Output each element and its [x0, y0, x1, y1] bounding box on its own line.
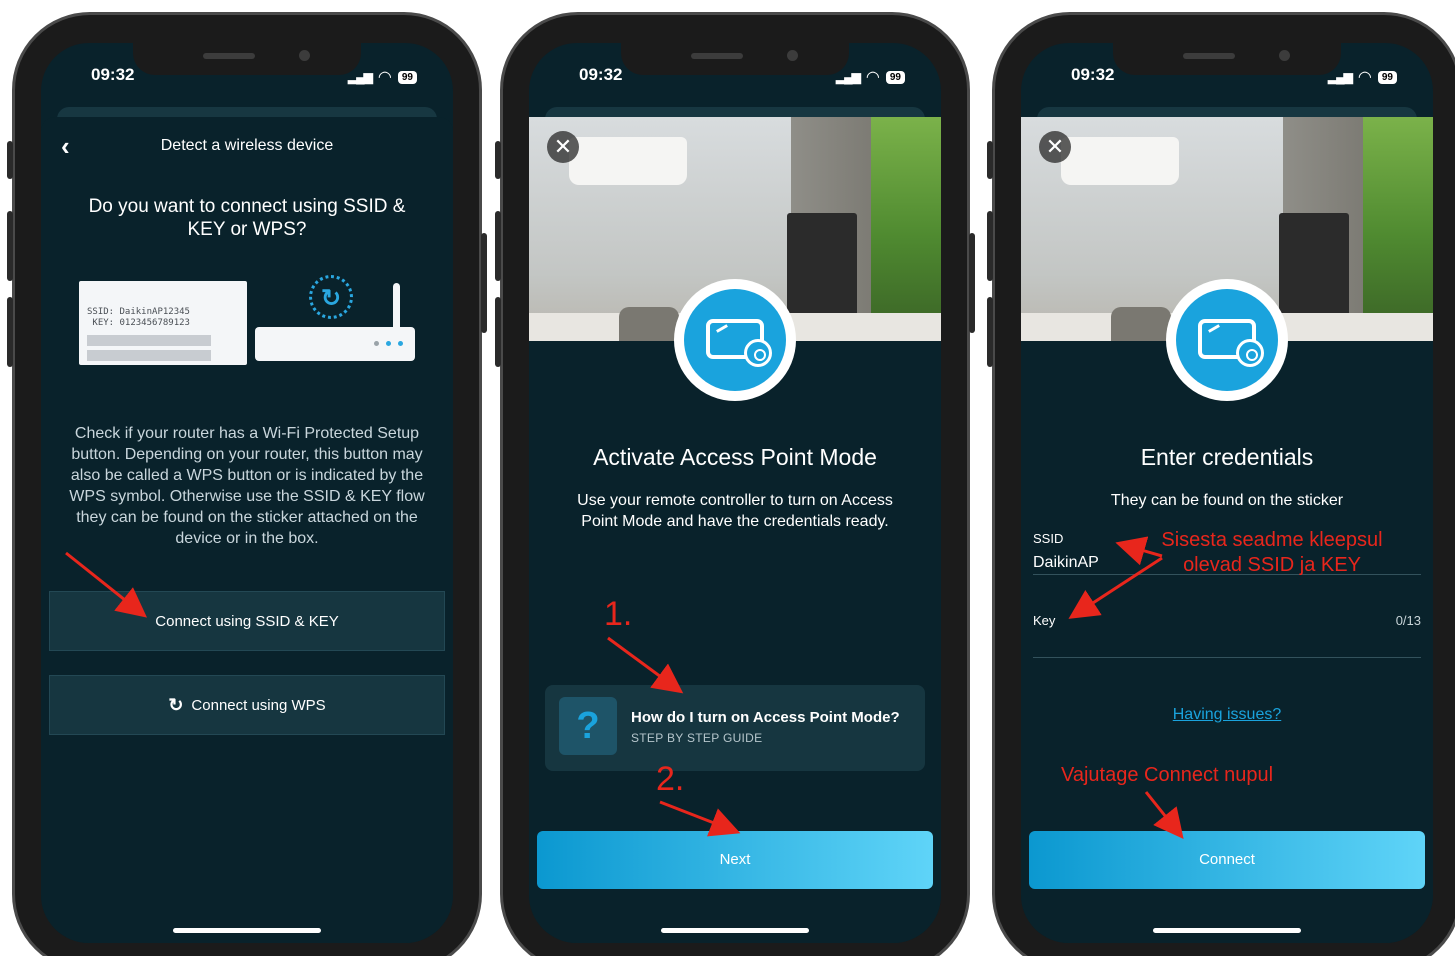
button-label: Connect using SSID & KEY: [155, 612, 339, 630]
home-indicator[interactable]: [661, 928, 809, 933]
phone-2: 09:32 ▂▄▆ ◠ 99 ✕ Activate Access Point M…: [495, 12, 975, 956]
side-button: [481, 233, 487, 333]
ac-unit-icon: [706, 319, 772, 367]
router-led: [398, 341, 403, 346]
status-time: 09:32: [1071, 65, 1115, 84]
notch: [1113, 43, 1341, 75]
home-indicator[interactable]: [173, 928, 321, 933]
page-heading: Do you want to connect using SSID & KEY …: [88, 196, 406, 240]
close-icon[interactable]: ✕: [1039, 131, 1071, 163]
annotation-step-2: 2.: [656, 760, 685, 798]
ac-unit-icon: [1198, 319, 1264, 367]
having-issues-link[interactable]: Having issues?: [1021, 706, 1433, 724]
side-button: [495, 297, 501, 367]
page-title: Enter credentials: [1140, 444, 1314, 470]
wps-icon: ↻: [309, 275, 353, 319]
instructions-text: Check if your router has a Wi-Fi Protect…: [69, 425, 425, 547]
home-indicator[interactable]: [1153, 928, 1301, 933]
wps-glyph: ↻: [320, 285, 342, 312]
router-antenna: [393, 283, 400, 329]
page-subtitle: They can be found on the sticker: [1110, 492, 1344, 509]
screen-access-point: 09:32 ▂▄▆ ◠ 99 ✕ Activate Access Point M…: [529, 43, 941, 943]
side-button: [495, 141, 501, 179]
side-button: [987, 141, 993, 179]
close-icon[interactable]: ✕: [547, 131, 579, 163]
sticker-bar: [87, 350, 211, 361]
side-button: [7, 211, 13, 281]
side-button: [495, 211, 501, 281]
sticker-illustration: SSID: DaikinAP12345 KEY: 0123456789123: [79, 281, 247, 365]
status-time: 09:32: [579, 65, 623, 84]
key-underline: [1033, 657, 1421, 658]
ac-device-badge: [1166, 279, 1288, 401]
wifi-icon: ◠: [865, 69, 880, 86]
connect-ssid-key-button[interactable]: Connect using SSID & KEY: [49, 591, 445, 651]
status-time: 09:32: [91, 65, 135, 84]
router-led: [374, 341, 379, 346]
notch: [133, 43, 361, 75]
side-button: [987, 297, 993, 367]
nav-title: Detect a wireless device: [160, 137, 334, 154]
battery-icon: 99: [885, 70, 905, 84]
page-description: Use your remote controller to turn on Ac…: [577, 492, 893, 530]
wps-icon: ↻: [168, 694, 184, 715]
router-illustration: [255, 327, 415, 361]
connect-wps-button[interactable]: ↻ Connect using WPS: [49, 675, 445, 735]
sheet: ‹ Detect a wireless device Do you want t…: [41, 117, 453, 943]
signal-icon: ▂▄▆: [1327, 70, 1353, 84]
sticker-bar: [87, 335, 211, 346]
screen-enter-credentials: 09:32 ▂▄▆ ◠ 99 ✕ Enter credentials They …: [1021, 43, 1433, 943]
side-button: [969, 233, 975, 333]
battery-icon: 99: [397, 70, 417, 84]
step-guide-card[interactable]: ? How do I turn on Access Point Mode? ST…: [545, 685, 925, 771]
sheet: ✕ Activate Access Point Mode Use your re…: [529, 117, 941, 943]
side-button: [7, 141, 13, 179]
notch: [621, 43, 849, 75]
side-button: [7, 297, 13, 367]
key-label: Key: [1033, 613, 1056, 628]
button-label: Connect using WPS: [191, 696, 326, 714]
status-icons: ▂▄▆ ◠ 99: [836, 67, 905, 87]
page-title: Activate Access Point Mode: [593, 444, 877, 470]
screen-detect-device: 09:32 ▂▄▆ ◠ 99 ‹ Detect a wireless devic…: [41, 43, 453, 943]
ssid-label: SSID: [1033, 531, 1064, 546]
key-counter: 0/13: [1395, 613, 1421, 628]
signal-icon: ▂▄▆: [347, 70, 373, 84]
ac-device-badge: [674, 279, 796, 401]
next-button[interactable]: Next: [537, 831, 933, 889]
wifi-icon: ◠: [1357, 69, 1372, 86]
guide-title: How do I turn on Access Point Mode?: [631, 709, 900, 726]
key-input[interactable]: [1033, 631, 1413, 655]
phone-1: 09:32 ▂▄▆ ◠ 99 ‹ Detect a wireless devic…: [7, 12, 487, 956]
annotation-connect-note: Vajutage Connect nupul: [1061, 764, 1274, 786]
annotation-step-1: 1.: [604, 595, 633, 633]
annotation-sticker-note: Sisesta seadme kleepsul olevad SSID ja K…: [1150, 528, 1394, 578]
wifi-icon: ◠: [377, 69, 392, 86]
status-icons: ▂▄▆ ◠ 99: [348, 67, 417, 87]
annotation-line: Sisesta seadme kleepsul: [1161, 529, 1383, 551]
status-icons: ▂▄▆ ◠ 99: [1328, 67, 1397, 87]
sticker-text: SSID: DaikinAP12345 KEY: 0123456789123: [87, 307, 190, 328]
annotation-line: olevad SSID ja KEY: [1183, 554, 1361, 576]
question-icon: ?: [559, 697, 617, 755]
side-button: [987, 211, 993, 281]
battery-icon: 99: [1377, 70, 1397, 84]
guide-subtitle: STEP BY STEP GUIDE: [631, 731, 763, 745]
connect-button[interactable]: Connect: [1029, 831, 1425, 889]
router-led: [386, 341, 391, 346]
signal-icon: ▂▄▆: [835, 70, 861, 84]
phone-3: 09:32 ▂▄▆ ◠ 99 ✕ Enter credentials They …: [987, 12, 1455, 956]
